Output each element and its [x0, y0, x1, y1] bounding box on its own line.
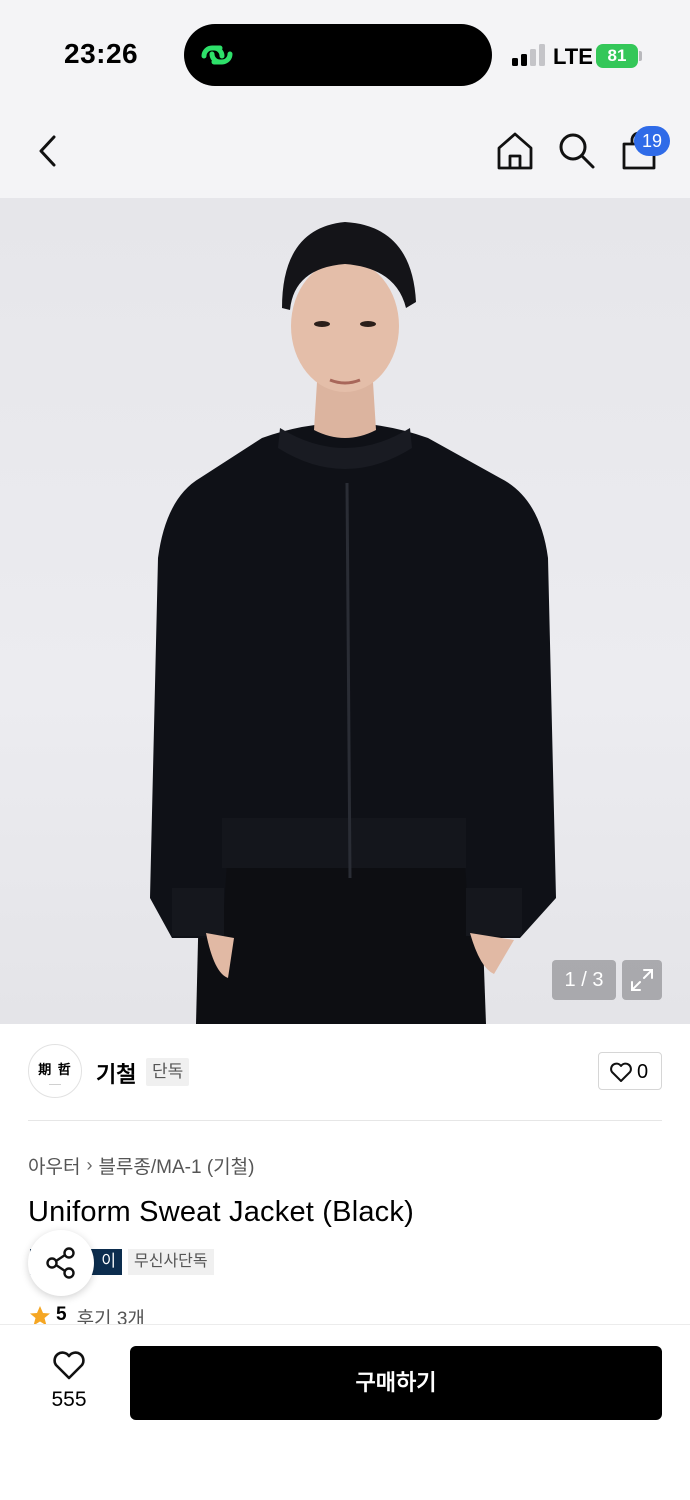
breadcrumb: 아우터 › 블루종/MA-1 (기철) — [28, 1152, 254, 1179]
image-counter: 1 / 3 — [552, 960, 616, 1000]
link-app-icon — [201, 45, 233, 65]
dynamic-island — [184, 24, 492, 86]
brand-like-button[interactable]: 0 — [598, 1052, 662, 1090]
share-button[interactable] — [28, 1230, 94, 1296]
product-image[interactable] — [0, 198, 690, 1024]
rating-row[interactable]: 5 후기 3개 — [28, 1304, 145, 1326]
network-label: LTE — [553, 44, 593, 69]
cart-count-badge: 19 — [634, 126, 670, 156]
star-icon — [30, 1306, 50, 1326]
search-icon[interactable] — [556, 130, 598, 172]
battery-icon: 81 — [596, 44, 638, 68]
heart-icon — [610, 1062, 632, 1082]
model-illustration — [150, 222, 556, 1024]
share-icon — [46, 1247, 75, 1279]
back-icon[interactable] — [28, 130, 70, 172]
chevron-right-icon: › — [86, 1155, 93, 1175]
brand-name[interactable]: 기철 — [96, 1057, 136, 1089]
brand-logo-text: 期 哲 — [38, 1063, 72, 1078]
heart-icon — [53, 1351, 85, 1380]
wishlist-count: 555 — [51, 1388, 87, 1411]
divider — [28, 1120, 662, 1121]
breadcrumb-subcategory[interactable]: 블루종/MA-1 (기철) — [98, 1152, 254, 1179]
battery-tip — [639, 51, 642, 61]
product-title: Uniform Sweat Jacket (Black) — [28, 1196, 414, 1228]
home-icon[interactable] — [494, 130, 536, 172]
status-bar: 23:26 LTE 81 — [0, 0, 690, 108]
product-tag-exclusive: 무신사단독 — [128, 1249, 214, 1275]
rating-score: 5 — [56, 1304, 67, 1325]
review-count[interactable]: 후기 3개 — [77, 1304, 145, 1326]
signal-icon — [512, 44, 546, 66]
exclusive-badge: 단독 — [146, 1058, 190, 1086]
status-time: 23:26 — [64, 38, 139, 69]
brand-logo[interactable]: 期 哲 ——— — [28, 1044, 82, 1098]
expand-icon[interactable] — [622, 960, 662, 1000]
brand-like-count: 0 — [637, 1061, 649, 1083]
top-nav — [0, 108, 690, 198]
buy-button[interactable]: 구매하기 — [130, 1346, 662, 1420]
breadcrumb-category[interactable]: 아우터 — [28, 1152, 80, 1179]
